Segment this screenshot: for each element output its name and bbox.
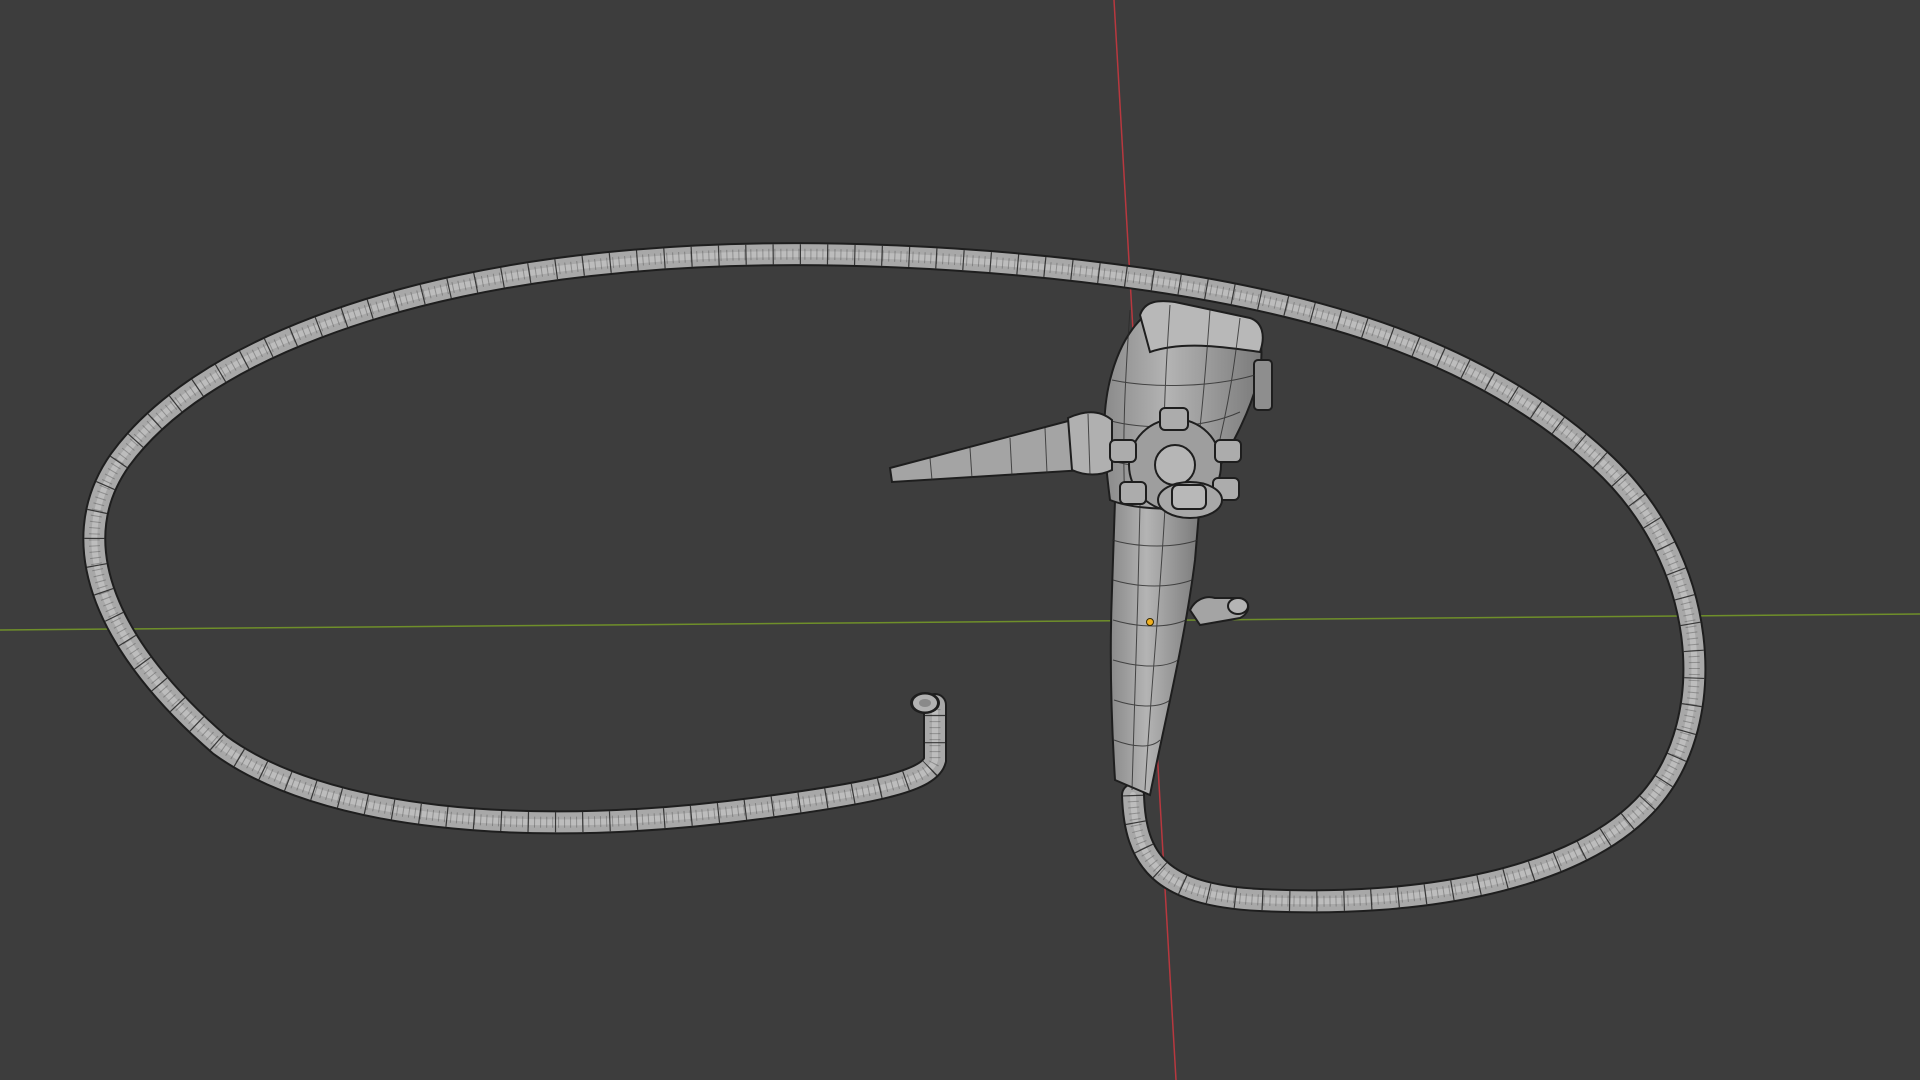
x-axis-line — [0, 613, 1920, 631]
insertion-tube[interactable] — [82, 242, 1707, 914]
viewport-canvas[interactable] — [0, 0, 1920, 1080]
eyepiece-cone[interactable] — [888, 411, 1113, 484]
biopsy-port[interactable] — [1188, 596, 1250, 627]
distal-tip[interactable] — [910, 692, 940, 714]
object-origin-dot[interactable] — [1146, 618, 1154, 626]
angulation-knob-small[interactable] — [1157, 481, 1223, 519]
control-handle[interactable] — [1103, 300, 1273, 797]
3d-viewport[interactable] — [0, 0, 1920, 1080]
